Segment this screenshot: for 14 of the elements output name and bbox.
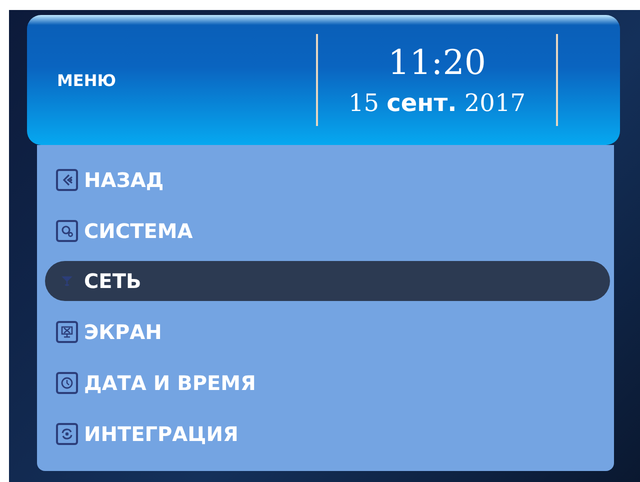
integration-icon xyxy=(56,422,78,444)
menu-item[interactable]: НАЗАД xyxy=(39,157,614,202)
menu-item[interactable]: ИНТЕГРАЦИЯ xyxy=(39,411,614,456)
clock-time: 11:20 xyxy=(388,43,486,83)
menu-item[interactable]: СИСТЕМА xyxy=(39,208,614,253)
clock-date: 15 сент. 2017 xyxy=(348,89,526,117)
system-icon xyxy=(56,220,78,242)
menu-title: МЕНЮ xyxy=(57,70,118,90)
menu-item[interactable]: СЕТЬ xyxy=(45,261,610,301)
menu-item[interactable]: ДАТА И ВРЕМЯ xyxy=(39,360,614,405)
clock-icon xyxy=(56,372,78,394)
back-icon xyxy=(56,168,78,190)
screen-icon xyxy=(56,320,78,342)
menu-item[interactable]: ЭКРАН xyxy=(39,309,614,354)
